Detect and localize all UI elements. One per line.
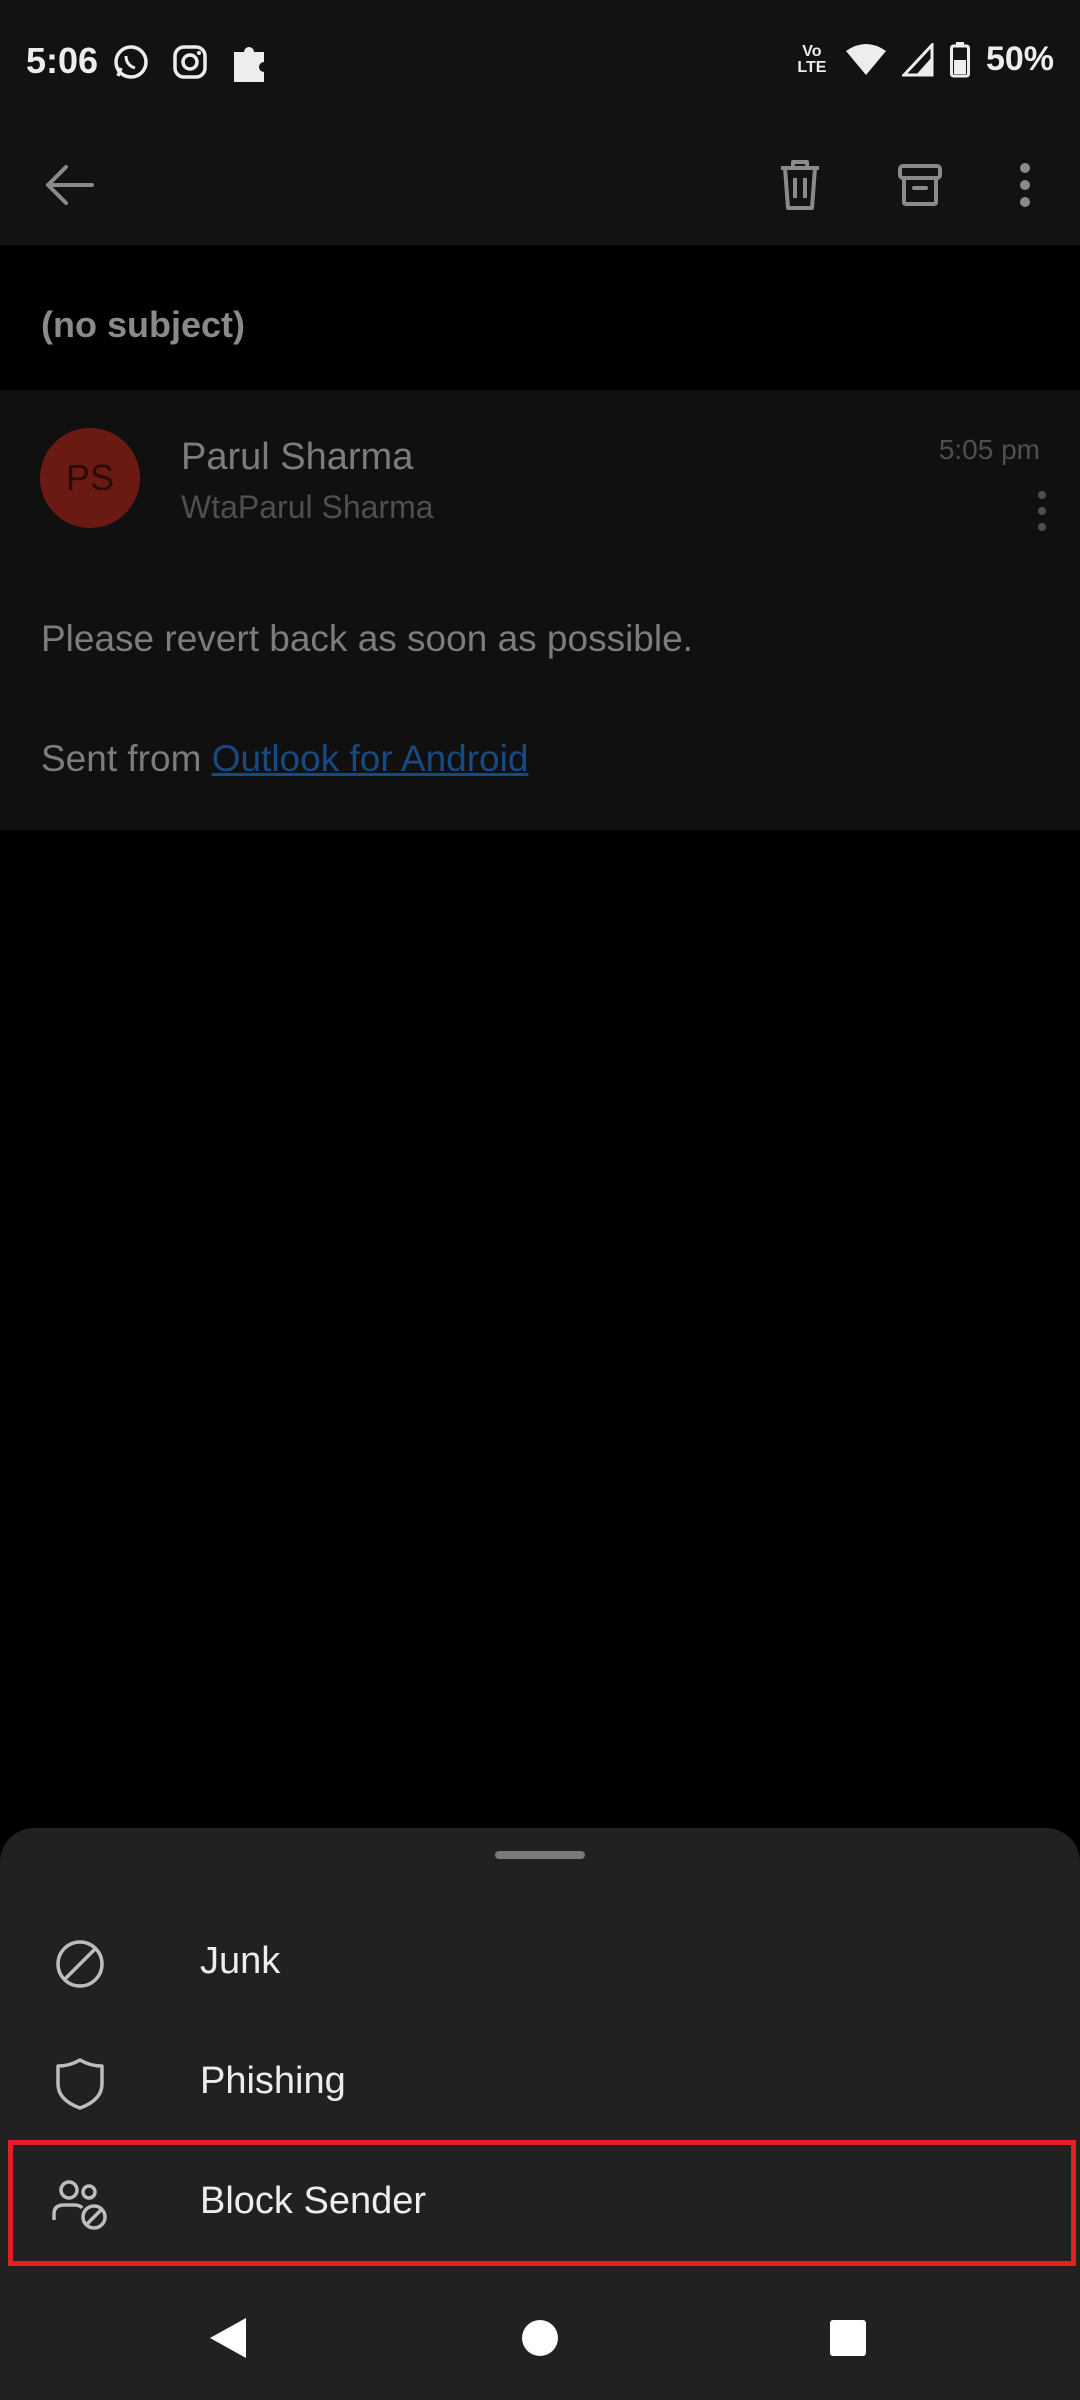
more-vertical-icon (1020, 163, 1030, 207)
signature-line: Sent from Outlook for Android (41, 738, 528, 780)
signal-icon (901, 42, 934, 76)
nav-recents-button[interactable] (808, 2298, 888, 2378)
whatsapp-icon (114, 45, 148, 79)
status-time: 5:06 (26, 40, 99, 81)
message-body: Please revert back as soon as possible. (41, 618, 693, 659)
square-recents-icon (830, 2320, 866, 2356)
status-right: Vo LTE 50% (794, 40, 1054, 79)
more-options-button[interactable] (985, 145, 1065, 225)
circle-home-icon (522, 2320, 558, 2356)
more-vertical-icon (1038, 491, 1046, 531)
sender-recipient-line[interactable]: WtaParul Sharma (181, 489, 434, 526)
sheet-drag-handle[interactable] (495, 1851, 585, 1859)
signature-prefix: Sent from (41, 738, 212, 779)
menu-item-label: Junk (200, 1940, 281, 1982)
instagram-icon (173, 45, 207, 79)
wifi-icon (845, 43, 886, 75)
email-subject: (no subject) (41, 304, 245, 345)
delete-button[interactable] (760, 145, 840, 225)
archive-icon (898, 164, 942, 206)
message-time: 5:05 pm (938, 434, 1040, 465)
app-bar (0, 125, 1080, 245)
puzzle-icon (234, 47, 264, 82)
back-button[interactable] (30, 145, 110, 225)
nav-home-button[interactable] (500, 2298, 580, 2378)
system-nav-bar (0, 2276, 1080, 2400)
menu-item-junk[interactable]: Junk (0, 1900, 1080, 2020)
notification-icons (112, 40, 270, 84)
menu-item-phishing[interactable]: Phishing (0, 2020, 1080, 2140)
block-circle-icon (56, 1940, 104, 1988)
shield-icon (56, 2058, 104, 2110)
arrow-left-icon (46, 165, 94, 205)
archive-button[interactable] (880, 145, 960, 225)
sender-name[interactable]: Parul Sharma (181, 436, 413, 479)
nav-back-button[interactable] (188, 2298, 268, 2378)
battery-icon (949, 41, 970, 77)
menu-item-label: Phishing (200, 2060, 346, 2102)
triangle-back-icon (210, 2318, 246, 2358)
trash-icon (781, 160, 819, 210)
volte-icon: Vo LTE (797, 42, 827, 76)
avatar[interactable]: PS (40, 428, 140, 528)
message-more-button[interactable] (1022, 478, 1062, 548)
highlight-box (8, 2140, 1076, 2266)
battery-percent: 50% (985, 40, 1054, 78)
outlook-link[interactable]: Outlook for Android (212, 738, 529, 779)
